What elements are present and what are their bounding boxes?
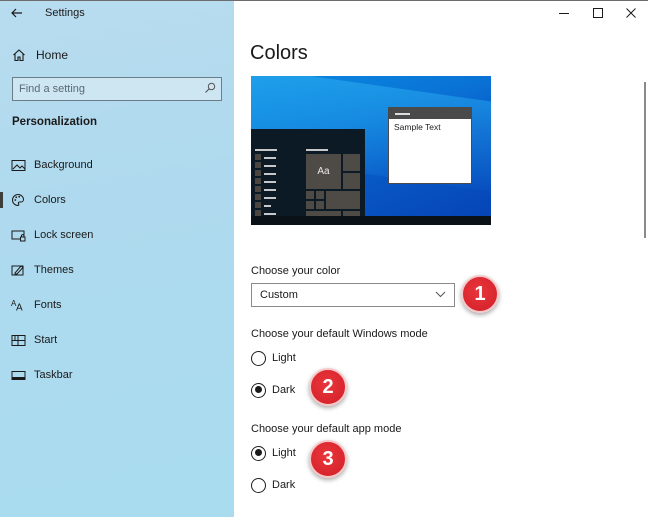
sidebar-item-fonts[interactable]: AA Fonts xyxy=(0,291,234,319)
preview-tile: Aa xyxy=(306,154,341,189)
radio-circle xyxy=(251,445,266,461)
preview-sample-window: Sample Text xyxy=(388,107,472,184)
annotation-badge-2: 2 xyxy=(309,368,347,406)
minimize-button[interactable] xyxy=(548,0,580,26)
sidebar-item-start[interactable]: Start xyxy=(0,326,234,354)
taskbar-icon xyxy=(10,367,26,383)
lock-screen-icon xyxy=(10,227,26,243)
home-label: Home xyxy=(36,48,69,62)
radio-label: Dark xyxy=(272,479,296,491)
preview-taskbar xyxy=(251,216,491,225)
close-icon xyxy=(626,8,636,18)
app-mode-dark-radio[interactable]: Dark xyxy=(251,476,295,494)
windows-mode-light-radio[interactable]: Light xyxy=(251,349,296,367)
sample-text: Sample Text xyxy=(394,122,441,132)
title-bar: Settings xyxy=(0,0,234,28)
preview-start-menu: Aa xyxy=(251,129,365,216)
sidebar-item-colors[interactable]: Colors xyxy=(0,186,234,214)
sidebar: Settings Home Personalization Background… xyxy=(0,0,234,517)
search-box[interactable] xyxy=(12,77,222,101)
sidebar-item-label: Colors xyxy=(34,194,66,206)
app-title: Settings xyxy=(45,7,85,19)
annotation-badge-3: 3 xyxy=(309,440,347,478)
radio-label: Light xyxy=(272,352,296,364)
sidebar-item-themes[interactable]: Themes xyxy=(0,256,234,284)
radio-label: Light xyxy=(272,447,296,459)
choose-color-dropdown[interactable]: Custom xyxy=(251,283,455,307)
svg-text:A: A xyxy=(16,303,23,313)
sidebar-item-background[interactable]: Background xyxy=(0,151,234,179)
annotation-badge-1: 1 xyxy=(461,275,499,313)
sidebar-item-label: Start xyxy=(34,334,58,346)
app-mode-light-radio[interactable]: Light xyxy=(251,444,296,462)
sidebar-item-label: Fonts xyxy=(34,299,62,311)
sidebar-item-label: Taskbar xyxy=(34,369,73,381)
choose-color-label: Choose your color xyxy=(251,265,341,277)
sidebar-item-label: Background xyxy=(34,159,93,171)
windows-mode-dark-radio[interactable]: Dark xyxy=(251,381,295,399)
sidebar-item-taskbar[interactable]: Taskbar xyxy=(0,361,234,389)
home-icon xyxy=(13,49,25,62)
start-icon xyxy=(10,332,26,348)
minimize-icon xyxy=(559,13,569,14)
page-title: Colors xyxy=(250,42,308,64)
fonts-icon: AA xyxy=(10,297,26,313)
maximize-icon xyxy=(593,8,603,18)
back-arrow-icon xyxy=(11,8,22,18)
close-button[interactable] xyxy=(615,0,647,26)
chevron-down-icon xyxy=(435,291,446,298)
radio-circle xyxy=(251,382,266,398)
radio-dot xyxy=(254,449,262,456)
search-input[interactable] xyxy=(19,81,199,97)
windows-mode-label: Choose your default Windows mode xyxy=(251,328,428,340)
palette-icon xyxy=(10,192,26,208)
sidebar-item-label: Themes xyxy=(34,264,74,276)
sidebar-item-label: Lock screen xyxy=(34,229,94,241)
main-content: Colors Aa Sample Text Choose your color … xyxy=(234,0,648,517)
themes-icon xyxy=(10,262,26,278)
home-link[interactable]: Home xyxy=(12,45,68,65)
radio-dot xyxy=(254,386,262,393)
window-top-border xyxy=(0,0,648,1)
section-title: Personalization xyxy=(12,116,97,128)
radio-circle xyxy=(251,350,266,366)
back-button[interactable] xyxy=(6,3,28,23)
app-mode-label: Choose your default app mode xyxy=(251,423,402,435)
maximize-button[interactable] xyxy=(582,0,614,26)
vertical-scrollbar[interactable] xyxy=(644,82,646,238)
sidebar-item-lock-screen[interactable]: Lock screen xyxy=(0,221,234,249)
radio-label: Dark xyxy=(272,384,296,396)
selection-indicator xyxy=(0,192,3,208)
search-icon[interactable] xyxy=(204,82,216,94)
image-icon xyxy=(10,157,26,173)
radio-circle xyxy=(251,477,266,493)
color-preview: Aa Sample Text xyxy=(251,76,491,225)
dropdown-value: Custom xyxy=(260,289,298,301)
